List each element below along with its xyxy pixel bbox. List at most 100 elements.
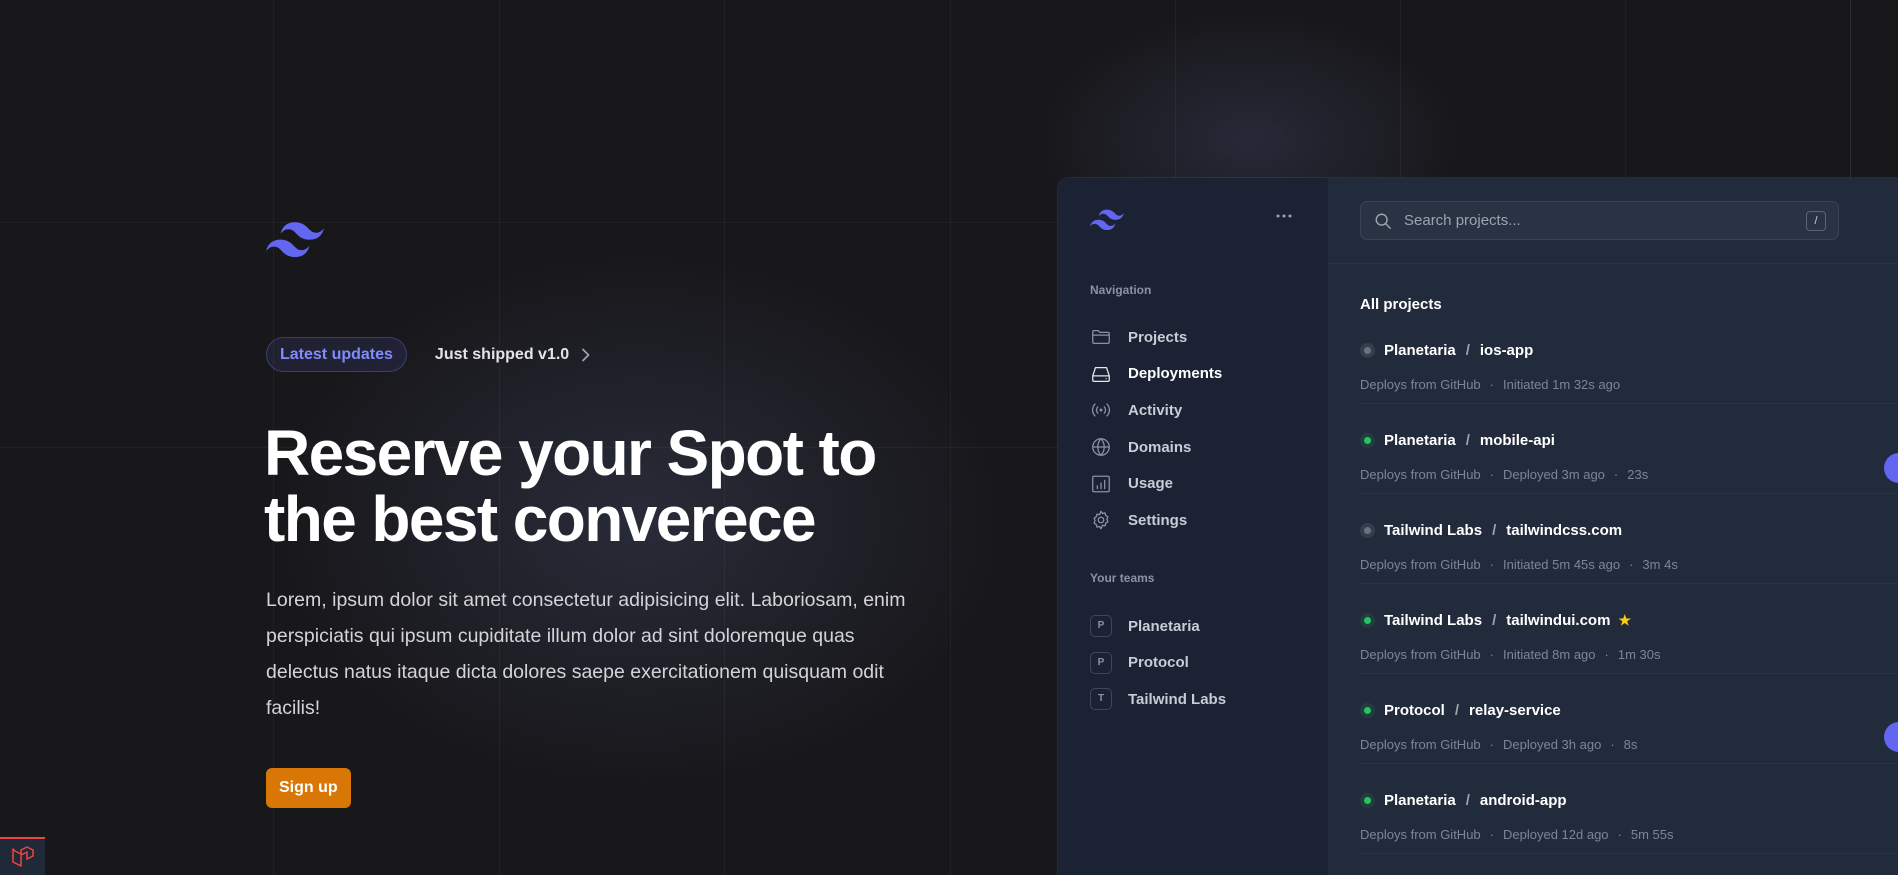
project-state: Deployed 12d ago <box>1503 827 1609 842</box>
projects-heading: All projects <box>1360 296 1442 313</box>
navigation-heading: Navigation <box>1090 283 1152 297</box>
project-title: Planetaria / ios-app <box>1360 342 1533 359</box>
project-source: Deploys from GitHub <box>1360 467 1481 482</box>
project-team: Planetaria <box>1384 792 1456 809</box>
meta-separator: · <box>1610 737 1615 752</box>
project-meta: Deploys from GitHub · Initiated 8m ago ·… <box>1360 647 1661 662</box>
project-team: Tailwind Labs <box>1384 612 1483 629</box>
meta-separator: · <box>1489 467 1494 482</box>
separator: / <box>1465 342 1470 359</box>
separator: / <box>1492 522 1497 539</box>
gear-icon <box>1093 510 1109 530</box>
sidebar-item-projects[interactable]: Projects <box>1090 319 1300 356</box>
hero-description: Lorem, ipsum dolor sit amet consectetur … <box>266 589 906 719</box>
tailwind-logo-icon <box>266 222 324 258</box>
hero-title: Reserve your Spot to the best converece <box>264 417 877 555</box>
project-state: Initiated 1m 32s ago <box>1503 377 1621 392</box>
sidebar-item-settings[interactable]: Settings <box>1090 502 1300 539</box>
meta-separator: · <box>1489 377 1494 392</box>
team-name: Tailwind Labs <box>1128 690 1227 708</box>
project-meta: Deploys from GitHub · Deployed 3h ago · … <box>1360 737 1637 752</box>
search-bar: / <box>1328 178 1898 264</box>
sidebar-item-usage[interactable]: Usage <box>1090 465 1300 502</box>
search-shortcut-key: / <box>1806 210 1826 231</box>
app-preview-panel: Navigation Projects Deployments Activity… <box>1057 177 1898 875</box>
updates-row: Latest updates Just shipped v1.0 <box>266 337 591 372</box>
sidebar-item-label: Activity <box>1128 401 1183 419</box>
project-source: Deploys from GitHub <box>1360 737 1481 752</box>
team-avatar: P <box>1090 615 1112 638</box>
project-row[interactable]: Planetaria / ios-app Deploys from GitHub… <box>1360 314 1898 404</box>
project-name: tailwindcss.com <box>1506 522 1623 539</box>
just-shipped-link[interactable]: Just shipped v1.0 <box>435 346 591 364</box>
sidebar-item-label: Deployments <box>1128 365 1223 383</box>
nav-list: Projects Deployments Activity Domains Us… <box>1090 319 1300 539</box>
just-shipped-label: Just shipped v1.0 <box>434 345 570 363</box>
search-input[interactable] <box>1404 212 1806 229</box>
project-duration: 5m 55s <box>1630 827 1674 842</box>
project-name: ios-app <box>1479 342 1534 359</box>
more-icon[interactable] <box>1276 214 1292 218</box>
sidebar-item-label: Projects <box>1128 328 1188 346</box>
team-item-planetaria[interactable]: P Planetaria <box>1090 608 1300 645</box>
sidebar-item-label: Settings <box>1128 511 1188 529</box>
team-list: P Planetaria P Protocol T Tailwind Labs <box>1090 608 1300 718</box>
project-name: mobile-api <box>1479 432 1555 449</box>
team-name: Planetaria <box>1128 617 1200 635</box>
project-title: Tailwind Labs / tailwindui.com ★ <box>1360 612 1631 629</box>
status-indicator <box>1360 343 1375 358</box>
team-name: Protocol <box>1128 654 1189 672</box>
project-meta: Deploys from GitHub · Initiated 1m 32s a… <box>1360 377 1620 392</box>
sidebar-item-domains[interactable]: Domains <box>1090 429 1300 466</box>
status-indicator <box>1360 433 1375 448</box>
server-icon <box>1092 366 1110 382</box>
project-row[interactable]: Protocol / relay-service Deploys from Gi… <box>1360 674 1898 764</box>
sidebar-item-activity[interactable]: Activity <box>1090 392 1300 429</box>
project-meta: Deploys from GitHub · Deployed 12d ago ·… <box>1360 827 1674 842</box>
search-box[interactable]: / <box>1360 201 1839 240</box>
separator: / <box>1465 432 1470 449</box>
project-duration: 23s <box>1627 467 1649 482</box>
project-state: Initiated 5m 45s ago <box>1503 557 1621 572</box>
project-name: android-app <box>1479 792 1567 809</box>
project-duration: 8s <box>1623 737 1638 752</box>
project-source: Deploys from GitHub <box>1360 827 1481 842</box>
status-indicator <box>1360 793 1375 808</box>
signal-icon <box>1091 403 1111 418</box>
separator: / <box>1465 792 1470 809</box>
project-source: Deploys from GitHub <box>1360 557 1481 572</box>
laravel-debug-badge[interactable] <box>0 837 45 875</box>
sidebar-item-deployments[interactable]: Deployments <box>1090 356 1300 393</box>
team-avatar: T <box>1090 688 1112 711</box>
project-name: tailwindui.com <box>1506 612 1611 629</box>
folder-icon <box>1092 330 1110 345</box>
sidebar: Navigation Projects Deployments Activity… <box>1058 178 1328 875</box>
project-team: Protocol <box>1384 702 1445 719</box>
meta-separator: · <box>1617 827 1622 842</box>
search-icon <box>1375 213 1391 229</box>
grid-line <box>950 0 951 875</box>
project-duration: 1m 30s <box>1617 647 1661 662</box>
sign-up-button[interactable]: Sign up <box>266 768 351 808</box>
project-state: Deployed 3h ago <box>1503 737 1602 752</box>
meta-separator: · <box>1489 827 1494 842</box>
team-item-protocol[interactable]: P Protocol <box>1090 645 1300 682</box>
meta-separator: · <box>1489 557 1494 572</box>
tailwind-logo-icon <box>1090 209 1124 231</box>
main-content: / All projects Planetaria / ios-app Depl… <box>1328 178 1898 875</box>
project-list: Planetaria / ios-app Deploys from GitHub… <box>1360 314 1898 854</box>
team-item-tailwind-labs[interactable]: T Tailwind Labs <box>1090 681 1300 718</box>
latest-updates-badge[interactable]: Latest updates <box>266 337 407 372</box>
project-row[interactable]: Tailwind Labs / tailwindcss.com Deploys … <box>1360 494 1898 584</box>
project-row[interactable]: Tailwind Labs / tailwindui.com ★ Deploys… <box>1360 584 1898 674</box>
meta-separator: · <box>1613 467 1619 482</box>
project-duration: 3m 4s <box>1642 557 1678 572</box>
project-state: Deployed 3m ago <box>1503 467 1605 482</box>
project-row[interactable]: Planetaria / mobile-api Deploys from Git… <box>1360 404 1898 494</box>
project-team: Planetaria <box>1384 432 1456 449</box>
meta-separator: · <box>1489 737 1494 752</box>
star-icon[interactable]: ★ <box>1618 612 1631 629</box>
project-row[interactable]: Planetaria / android-app Deploys from Gi… <box>1360 764 1898 854</box>
laravel-icon <box>11 846 34 867</box>
meta-separator: · <box>1629 557 1634 572</box>
